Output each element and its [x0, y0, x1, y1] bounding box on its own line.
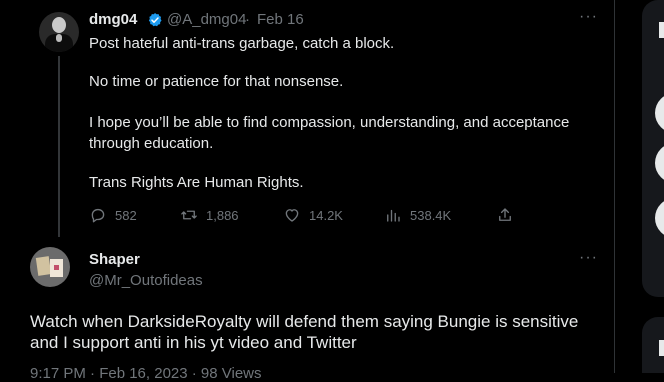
separator-dot: ·	[245, 11, 250, 28]
author-avatar[interactable]	[39, 12, 79, 52]
author-name[interactable]: dmg04	[89, 11, 137, 28]
tweet-date[interactable]: Feb 16	[257, 11, 304, 28]
retweet-count: 1,886	[206, 207, 239, 223]
thread-connector-line	[58, 56, 60, 237]
like-button[interactable]: 14.2K	[283, 206, 343, 224]
like-count: 14.2K	[309, 207, 343, 223]
reply-button[interactable]: 582	[89, 206, 137, 224]
share-button[interactable]	[496, 206, 514, 224]
reply-author-handle[interactable]: @Mr_Outofideas	[89, 272, 203, 289]
retweet-button[interactable]: 1,886	[180, 206, 239, 224]
more-options-icon[interactable]: ···	[579, 8, 598, 26]
tweet-text-line: Post hateful anti-trans garbage, catch a…	[89, 35, 395, 52]
reply-icon	[91, 208, 105, 223]
reply-author-avatar[interactable]	[30, 247, 70, 287]
verified-badge-icon	[148, 13, 162, 27]
heart-icon	[285, 209, 299, 222]
share-icon	[499, 208, 511, 221]
right-sidebar	[615, 0, 664, 373]
card-heading-fragment	[659, 22, 664, 38]
tweet-text-line: I hope you’ll be able to find compassion…	[89, 114, 570, 131]
reply-more-options-icon[interactable]: ···	[579, 249, 598, 267]
tweet-text-line: Trans Rights Are Human Rights.	[89, 174, 304, 191]
reply-count: 582	[115, 207, 137, 223]
views-button[interactable]: 538.4K	[384, 206, 451, 224]
card-heading-fragment	[659, 340, 664, 356]
reply-timestamp[interactable]: 9:17 PM · Feb 16, 2023 · 98 Views	[30, 365, 262, 382]
author-handle[interactable]: @A_dmg04	[167, 11, 246, 28]
tweet-text-line: No time or patience for that nonsense.	[89, 73, 344, 90]
retweet-icon	[181, 210, 197, 220]
reply-text-line: and I support anti in his yt video and T…	[30, 333, 357, 352]
view-count: 538.4K	[410, 207, 452, 223]
views-chart-icon	[387, 209, 400, 222]
tweet-text-line: through education.	[89, 135, 214, 152]
reply-text-line: Watch when DarksideRoyalty will defend t…	[30, 312, 579, 331]
reply-author-name[interactable]: Shaper	[89, 251, 140, 268]
timeline: dmg04 @A_dmg04 · Feb 16 ··· Post hateful…	[0, 0, 615, 382]
